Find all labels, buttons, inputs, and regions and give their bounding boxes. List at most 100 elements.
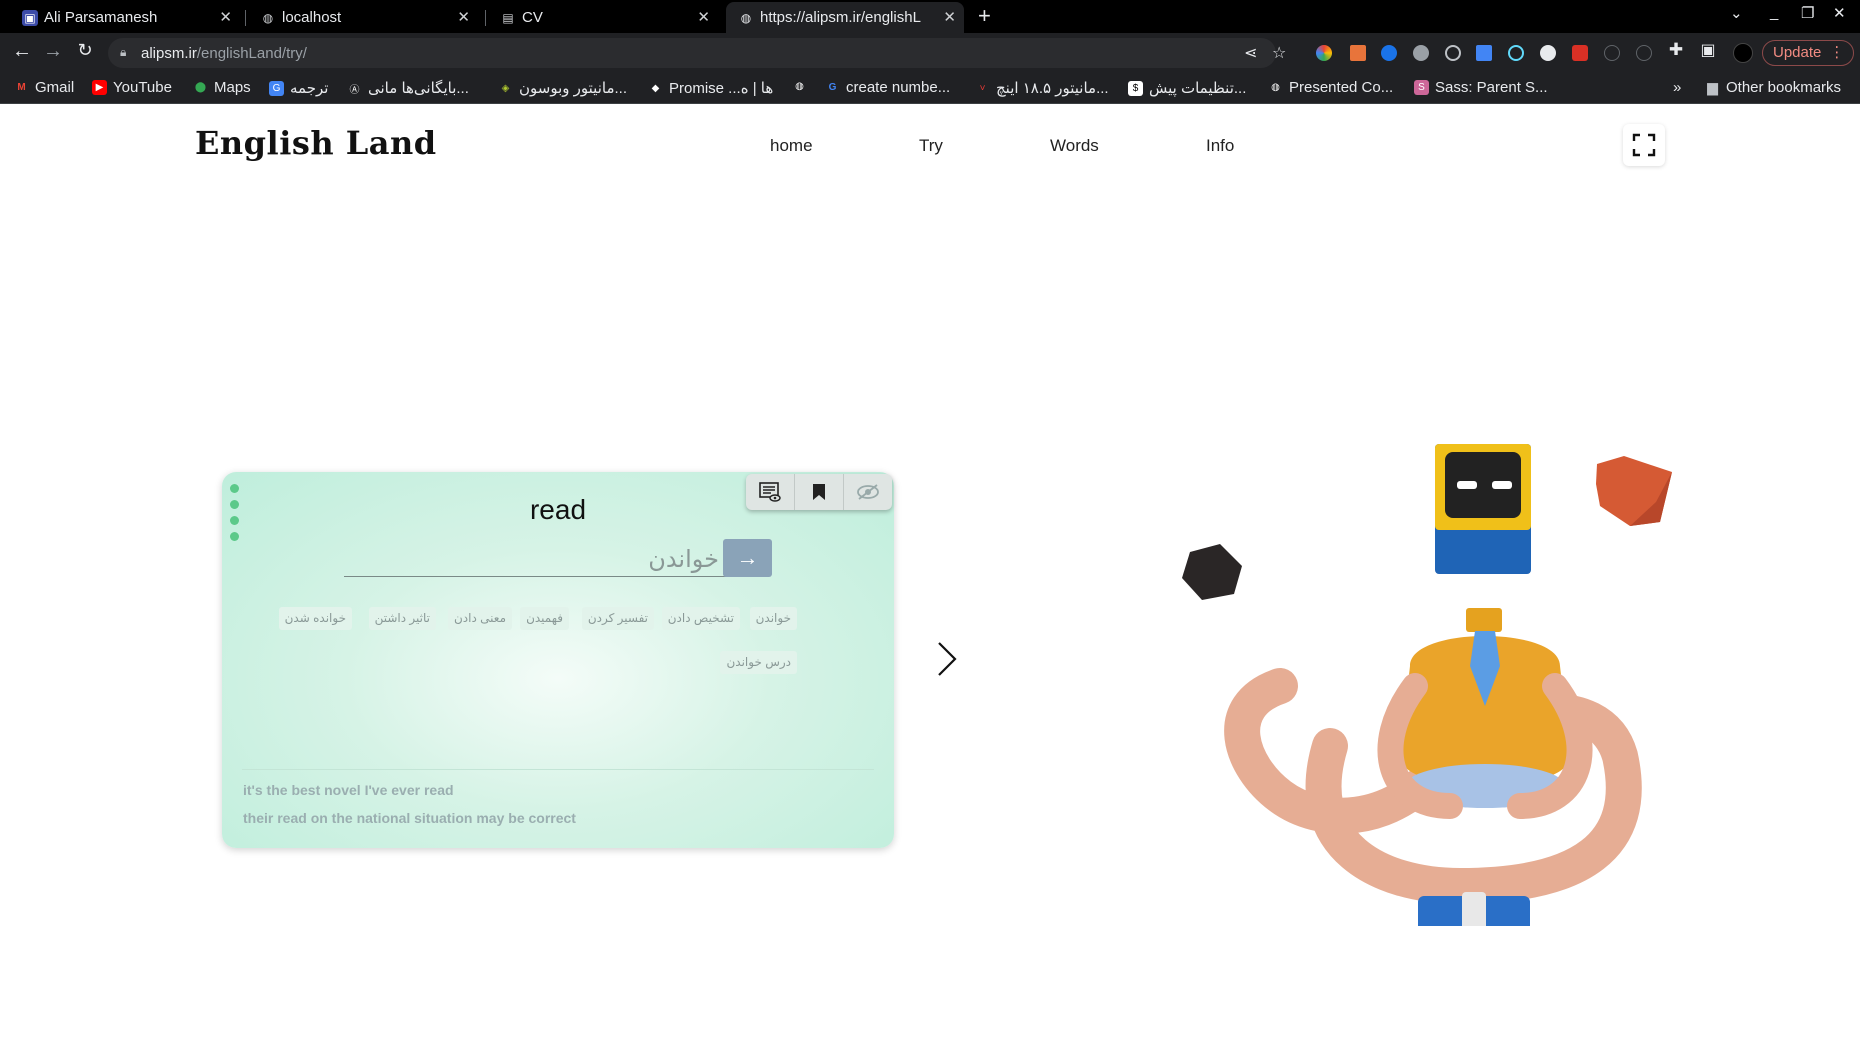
tab-englishland[interactable]: ◍ https://alipsm.ir/englishL ✕ [726, 2, 964, 33]
extension-icon[interactable] [1604, 45, 1620, 61]
close-icon[interactable]: ✕ [219, 8, 232, 26]
page-content: English Land home Try Words Info read خو… [0, 104, 1860, 1053]
folder-icon: ▆ [1707, 79, 1718, 95]
tab-title: https://alipsm.ir/englishL [760, 9, 921, 26]
tab-title: CV [522, 9, 543, 26]
profile-icon: ▣ [22, 10, 38, 26]
other-bookmarks-folder[interactable]: ▆ Other bookmarks [1705, 79, 1841, 96]
tab-cv[interactable]: ▤ CV ✕ [500, 2, 718, 33]
submit-button[interactable]: → [723, 539, 772, 577]
bookmark-youtube[interactable]: ▶ YouTube [92, 79, 172, 96]
meaning-chip[interactable]: معنی دادن [447, 607, 512, 630]
tab-localhost[interactable]: ◍ localhost ✕ [260, 2, 478, 33]
profile-avatar[interactable] [1733, 43, 1753, 63]
minimize-icon[interactable]: _ [1770, 4, 1778, 21]
globe-icon: ◍ [1271, 82, 1280, 93]
browser-tab-bar: ▣ Ali Parsamanesh ✕ ◍ localhost ✕ ▤ CV ✕… [0, 0, 1860, 33]
globe-icon: ◍ [262, 11, 274, 25]
bookmark-settings[interactable]: $ تنظیمات پیش... [1128, 79, 1246, 97]
nav-try[interactable]: Try [919, 136, 943, 156]
extension-icon[interactable] [1636, 45, 1652, 61]
site-icon: $ [1128, 80, 1143, 96]
browser-toolbar: ← → ↻ 🔒︎ alipsm.ir/englishLand/try/ ⋖ ☆ … [0, 33, 1860, 73]
nav-home[interactable]: home [770, 136, 813, 156]
nav-words[interactable]: Words [1050, 136, 1099, 156]
close-icon[interactable]: ✕ [943, 8, 956, 26]
share-icon[interactable]: ⋖ [1244, 43, 1257, 63]
fullscreen-icon [1632, 133, 1656, 157]
forward-icon[interactable]: → [40, 40, 66, 63]
meaning-chip[interactable]: خوانده شدن [278, 607, 352, 630]
meaning-chip[interactable]: تفسیر کردن [581, 607, 654, 630]
restore-icon[interactable]: ❐ [1801, 4, 1814, 22]
side-panel-icon[interactable]: ▣ [1695, 40, 1721, 60]
react-devtools-icon[interactable] [1508, 45, 1524, 61]
close-icon[interactable]: ✕ [457, 8, 470, 26]
translate-icon: G [269, 80, 284, 96]
meditating-robot-illustration [1182, 444, 1672, 926]
example-sentence: it's the best novel I've ever read [243, 782, 454, 798]
tab-title: Ali Parsamanesh [44, 9, 158, 26]
site-icon: ◆ [651, 82, 660, 94]
maps-pin-icon: ⬤ [194, 82, 207, 93]
dark-cube-shape [1182, 544, 1242, 600]
translation-input[interactable]: خواندن [344, 543, 727, 577]
more-bookmarks-button[interactable]: » [1673, 79, 1681, 96]
close-icon[interactable]: ✕ [697, 8, 710, 26]
update-button[interactable]: Update ⋮ [1762, 40, 1854, 66]
meaning-chip[interactable]: خواندن [749, 607, 797, 630]
bookmark-monitor-1[interactable]: ◈ مانیتور وبوسون... [498, 79, 627, 97]
reload-icon[interactable]: ↻ [72, 40, 98, 61]
extension-icon[interactable] [1572, 45, 1588, 61]
tab-search-icon[interactable]: ⌄ [1730, 4, 1743, 22]
lock-icon[interactable]: 🔒︎ [120, 45, 126, 60]
bookmark-star-icon[interactable]: ☆ [1272, 43, 1286, 63]
bookmark-create-number[interactable]: Gcreate numbe... [825, 79, 951, 96]
next-word-button[interactable] [936, 640, 958, 683]
sass-icon: S [1414, 80, 1429, 95]
tab-ali-parsamanesh[interactable]: ▣ Ali Parsamanesh ✕ [22, 2, 240, 33]
tab-separator [485, 10, 486, 26]
youtube-icon: ▶ [92, 80, 107, 95]
example-sentence: their read on the national situation may… [243, 810, 576, 826]
address-bar[interactable]: 🔒︎ alipsm.ir/englishLand/try/ ⋖ ☆ [108, 38, 1286, 68]
meaning-chip[interactable]: تاثیر داشتن [368, 607, 436, 630]
nav-info[interactable]: Info [1206, 136, 1234, 156]
site-icon: ˅ [979, 82, 986, 94]
site-logo[interactable]: English Land [195, 124, 437, 162]
bookmark-translate[interactable]: G ترجمه [269, 79, 328, 97]
bookmarks-bar: M Gmail ▶ YouTube ⬤ Maps G ترجمه Ⓐ بایگانی‌ها… [0, 73, 1860, 104]
new-tab-button[interactable]: + [978, 3, 991, 29]
bookmark-globe[interactable]: ◍ [792, 79, 813, 94]
extension-icon[interactable] [1381, 45, 1397, 61]
bookmark-sass[interactable]: S Sass: Parent S... [1414, 79, 1548, 96]
meaning-chip[interactable]: درس خواندن [720, 651, 797, 674]
extension-icon[interactable] [1413, 45, 1429, 61]
english-word: read [529, 494, 587, 525]
extension-icon[interactable] [1350, 45, 1366, 61]
meaning-chip[interactable]: تشخیص دادن [661, 607, 740, 630]
tab-title: localhost [282, 9, 342, 26]
bookmark-gmail[interactable]: M Gmail [14, 79, 74, 96]
bookmark-archive[interactable]: Ⓐ بایگانی‌ها مانی... [347, 79, 469, 97]
extensions-puzzle-icon[interactable]: ✚ [1663, 40, 1689, 60]
bookmark-maps[interactable]: ⬤ Maps [193, 79, 251, 96]
chevron-right-icon [938, 642, 957, 676]
tab-separator [245, 10, 246, 26]
archive-icon: Ⓐ [349, 84, 360, 96]
word-card: read خواندن → خواندن تشخیص دادن تفسیر کر… [222, 472, 894, 848]
translate-icon[interactable] [1476, 45, 1492, 61]
globe-icon: ◍ [795, 81, 804, 92]
fullscreen-button[interactable] [1623, 124, 1665, 166]
meaning-chip[interactable]: فهمیدن [520, 607, 569, 630]
extension-icon[interactable] [1445, 45, 1461, 61]
back-icon[interactable]: ← [9, 40, 35, 63]
extension-color-icon[interactable] [1316, 45, 1332, 61]
url-text[interactable]: alipsm.ir/englishLand/try/ [141, 45, 307, 62]
bookmark-promise[interactable]: ◆ Promise ...ها | ه [648, 79, 774, 97]
extension-icon[interactable] [1540, 45, 1556, 61]
gmail-icon: M [17, 82, 26, 93]
bookmark-presented[interactable]: ◍ Presented Co... [1268, 79, 1393, 96]
window-close-icon[interactable]: ✕ [1833, 4, 1846, 22]
bookmark-monitor-2[interactable]: ˅ مانیتور ۱۸.۵ اینچ... [975, 79, 1109, 97]
